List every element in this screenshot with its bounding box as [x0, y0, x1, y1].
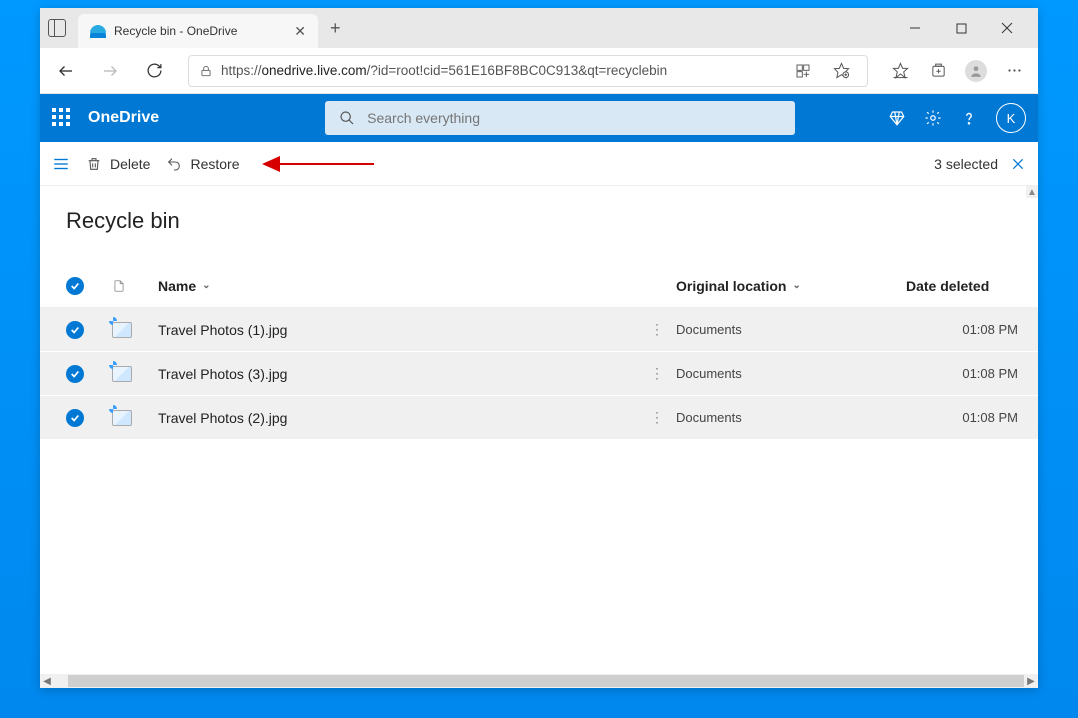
close-tab-icon[interactable]: ✕	[294, 23, 306, 40]
onedrive-header: OneDrive K	[40, 94, 1038, 142]
minimize-button[interactable]	[892, 12, 938, 44]
name-column-header[interactable]: Name⌄	[158, 278, 638, 294]
close-window-button[interactable]	[984, 12, 1030, 44]
list-header: Name⌄ Original location⌄ Date deleted	[40, 264, 1038, 308]
file-name[interactable]: Travel Photos (2).jpg	[158, 410, 638, 426]
page-title: Recycle bin	[40, 186, 1038, 242]
table-row[interactable]: Travel Photos (3).jpg ⋮ Documents 01:08 …	[40, 352, 1038, 396]
browser-titlebar: Recycle bin - OneDrive ✕ +	[40, 8, 1038, 48]
new-tab-button[interactable]: +	[330, 18, 341, 39]
chevron-down-icon: ⌄	[202, 280, 210, 291]
location-column-header[interactable]: Original location⌄	[676, 278, 906, 294]
selected-count: 3 selected	[934, 156, 998, 172]
date-column-header[interactable]: Date deleted	[906, 278, 1026, 294]
type-column-icon[interactable]	[112, 278, 158, 294]
restore-label: Restore	[190, 156, 239, 172]
tab-title: Recycle bin - OneDrive	[114, 24, 286, 38]
tab-actions-icon[interactable]	[48, 19, 66, 37]
file-location: Documents	[676, 366, 906, 381]
header-right: K	[888, 103, 1026, 133]
chevron-down-icon: ⌄	[792, 280, 800, 291]
file-list: Name⌄ Original location⌄ Date deleted Tr…	[40, 264, 1038, 440]
row-checkbox[interactable]	[66, 409, 84, 427]
app-title[interactable]: OneDrive	[88, 109, 159, 127]
lock-icon	[199, 64, 213, 78]
file-date: 01:08 PM	[906, 322, 1026, 337]
restore-button[interactable]: Restore	[166, 156, 239, 172]
trash-icon	[86, 156, 102, 172]
table-row[interactable]: Travel Photos (1).jpg ⋮ Documents 01:08 …	[40, 308, 1038, 352]
file-date: 01:08 PM	[906, 366, 1026, 381]
select-all-checkbox[interactable]	[66, 277, 84, 295]
scroll-right-icon[interactable]: ▶	[1024, 674, 1038, 688]
search-box[interactable]	[325, 101, 795, 135]
app-launcher-icon[interactable]	[52, 108, 72, 128]
back-button[interactable]	[48, 53, 84, 89]
file-date: 01:08 PM	[906, 410, 1026, 425]
premium-icon[interactable]	[888, 109, 906, 127]
delete-label: Delete	[110, 156, 150, 172]
row-more-icon[interactable]: ⋮	[638, 365, 676, 382]
favorites-bar-icon[interactable]	[884, 55, 916, 87]
file-location: Documents	[676, 410, 906, 425]
file-thumbnail-icon	[112, 322, 158, 338]
url-text: https://onedrive.live.com/?id=root!cid=5…	[221, 63, 779, 78]
onedrive-favicon-icon	[90, 28, 106, 38]
scroll-left-icon[interactable]: ◀	[40, 674, 54, 688]
browser-addressbar: https://onedrive.live.com/?id=root!cid=5…	[40, 48, 1038, 94]
profile-icon[interactable]	[960, 55, 992, 87]
table-row[interactable]: Travel Photos (2).jpg ⋮ Documents 01:08 …	[40, 396, 1038, 440]
undo-icon	[166, 156, 182, 172]
horizontal-scrollbar[interactable]: ◀ ▶	[40, 674, 1038, 688]
row-more-icon[interactable]: ⋮	[638, 409, 676, 426]
file-name[interactable]: Travel Photos (1).jpg	[158, 322, 638, 338]
command-bar-right: 3 selected	[934, 156, 1026, 172]
file-location: Documents	[676, 322, 906, 337]
app-available-icon[interactable]	[787, 55, 819, 87]
command-bar: Delete Restore 3 selected	[40, 142, 1038, 186]
vscroll-up-icon[interactable]: ▲	[1026, 186, 1038, 198]
search-icon	[339, 110, 355, 126]
scrollbar-thumb[interactable]	[68, 675, 1024, 687]
browser-window: Recycle bin - OneDrive ✕ + https://onedr…	[40, 8, 1038, 688]
toolbar-icons	[884, 55, 1030, 87]
settings-icon[interactable]	[924, 109, 942, 127]
forward-button[interactable]	[92, 53, 128, 89]
url-field[interactable]: https://onedrive.live.com/?id=root!cid=5…	[188, 55, 868, 87]
help-icon[interactable]	[960, 109, 978, 127]
window-controls	[892, 12, 1030, 44]
maximize-button[interactable]	[938, 12, 984, 44]
more-icon[interactable]	[998, 55, 1030, 87]
annotation-arrow	[264, 163, 374, 165]
user-avatar[interactable]: K	[996, 103, 1026, 133]
row-checkbox[interactable]	[66, 365, 84, 383]
clear-selection-icon[interactable]	[1010, 156, 1026, 172]
collections-icon[interactable]	[922, 55, 954, 87]
nav-toggle-icon[interactable]	[52, 155, 70, 173]
file-thumbnail-icon	[112, 366, 158, 382]
search-input[interactable]	[367, 110, 781, 126]
file-name[interactable]: Travel Photos (3).jpg	[158, 366, 638, 382]
file-thumbnail-icon	[112, 410, 158, 426]
row-more-icon[interactable]: ⋮	[638, 321, 676, 338]
favorite-icon[interactable]	[825, 55, 857, 87]
delete-button[interactable]: Delete	[86, 156, 150, 172]
refresh-button[interactable]	[136, 53, 172, 89]
browser-tab[interactable]: Recycle bin - OneDrive ✕	[78, 14, 318, 48]
row-checkbox[interactable]	[66, 321, 84, 339]
content-area: ▲ Recycle bin Name⌄ Original location⌄ D…	[40, 186, 1038, 688]
